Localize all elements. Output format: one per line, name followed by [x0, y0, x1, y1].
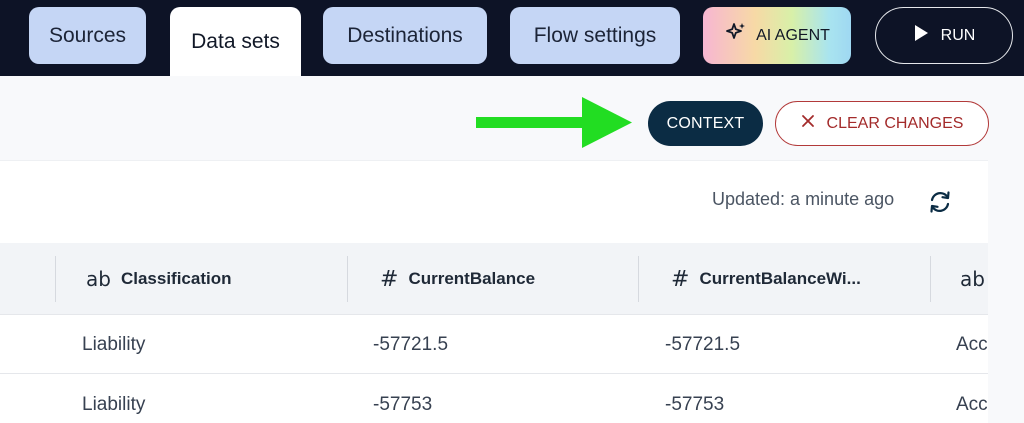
tab-sources[interactable]: Sources: [29, 7, 146, 64]
play-icon: [913, 24, 929, 47]
column-divider: [930, 256, 931, 302]
updated-status: Updated: a minute ago: [712, 189, 895, 209]
clear-changes-button[interactable]: CLEAR CHANGES: [775, 101, 989, 146]
table-cell: -57753: [373, 394, 433, 415]
column-header-label: Classification: [120, 269, 232, 288]
number-type-icon: #: [671, 266, 690, 292]
table-row[interactable]: [0, 375, 988, 423]
run-label: RUN: [940, 26, 976, 44]
clear-changes-label: CLEAR CHANGES: [826, 114, 964, 132]
sparkle-icon: [724, 21, 748, 50]
table-cell: Liability: [82, 334, 146, 355]
table-cell: -57721.5: [665, 334, 741, 355]
column-header-classification[interactable]: ab Classification: [86, 243, 232, 315]
table-row[interactable]: [0, 315, 988, 374]
table-cell: -57753: [665, 394, 725, 415]
column-divider: [347, 256, 348, 302]
run-button[interactable]: RUN: [875, 7, 1013, 64]
column-divider: [638, 256, 639, 302]
context-label: CONTEXT: [666, 114, 745, 132]
table-cell: Liability: [82, 394, 146, 415]
tab-data-sets-label: Data sets: [191, 29, 280, 53]
panel-right-gutter: [988, 160, 1024, 423]
column-header-current-balance[interactable]: # CurrentBalance: [380, 243, 535, 315]
text-type-icon: ab: [960, 267, 985, 291]
column-header-truncated[interactable]: ab: [960, 243, 985, 315]
number-type-icon: #: [380, 266, 399, 292]
ai-agent-button[interactable]: AI AGENT: [703, 7, 851, 64]
table-cell: -57721.5: [373, 334, 449, 355]
column-header-label: CurrentBalance: [408, 269, 536, 288]
close-icon: [801, 114, 815, 133]
table-cell: Acc: [956, 334, 988, 355]
column-header-label: CurrentBalanceWi...: [699, 269, 861, 288]
tab-destinations-label: Destinations: [347, 23, 463, 47]
ai-agent-label: AI AGENT: [756, 26, 830, 44]
column-divider: [55, 256, 56, 302]
tab-sources-label: Sources: [48, 23, 127, 47]
green-arrow-annotation: [476, 97, 632, 154]
tab-data-sets[interactable]: Data sets: [170, 7, 301, 76]
tab-flow-settings[interactable]: Flow settings: [510, 7, 680, 64]
tab-flow-settings-label: Flow settings: [533, 23, 657, 47]
context-button[interactable]: CONTEXT: [648, 101, 763, 146]
table-cell: Acc: [956, 394, 988, 415]
column-header-current-balance-wi[interactable]: # CurrentBalanceWi...: [671, 243, 861, 315]
tab-destinations[interactable]: Destinations: [323, 7, 487, 64]
text-type-icon: ab: [86, 267, 111, 291]
refresh-icon[interactable]: [926, 188, 954, 221]
